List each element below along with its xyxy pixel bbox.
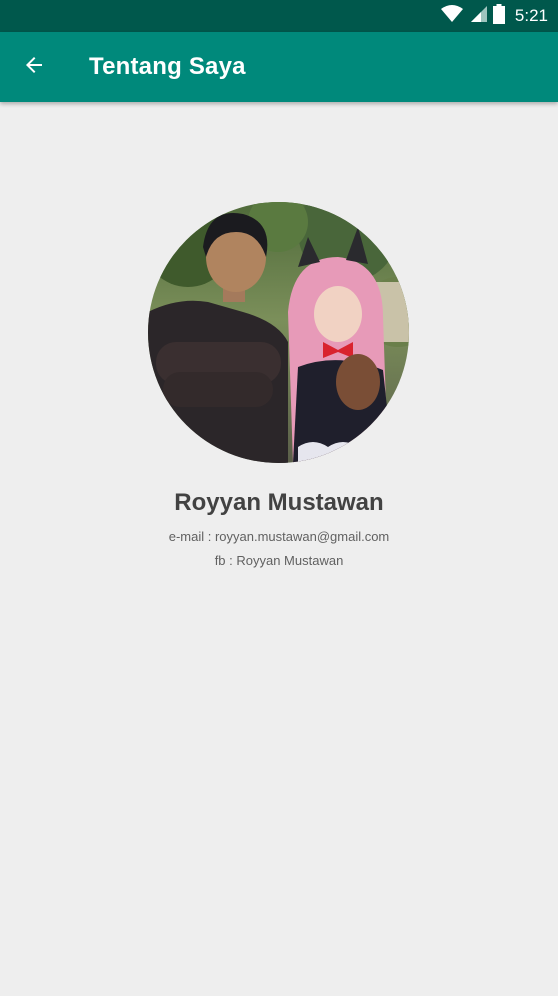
status-bar: 5:21 xyxy=(0,0,558,32)
back-button[interactable] xyxy=(14,47,54,87)
avatar-photo xyxy=(148,202,409,463)
status-time: 5:21 xyxy=(514,6,548,25)
avatar xyxy=(148,202,409,463)
profile-name: Royyan Mustawan xyxy=(174,489,384,516)
cell-signal-icon xyxy=(469,5,487,28)
battery-icon xyxy=(492,3,505,29)
wifi-icon xyxy=(440,4,463,28)
profile-email: e-mail : royyan.mustawan@gmail.com xyxy=(168,529,390,544)
page-title: Tentang Saya xyxy=(89,53,246,80)
app-bar: Tentang Saya xyxy=(0,32,558,102)
status-icons: 5:21 xyxy=(440,0,548,32)
profile-facebook: fb : Royyan Mustawan xyxy=(214,553,344,568)
arrow-left-icon xyxy=(22,53,46,82)
